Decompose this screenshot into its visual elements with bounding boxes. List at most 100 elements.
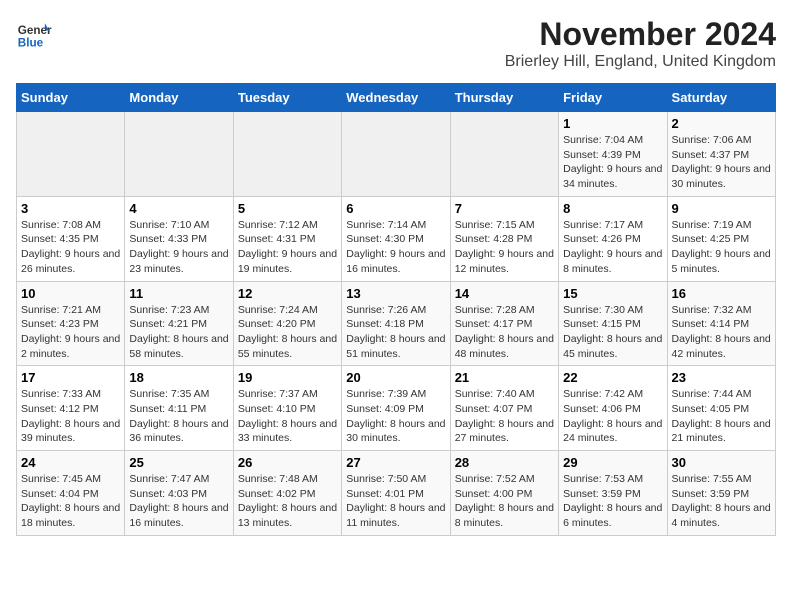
calendar-week-row: 24 Sunrise: 7:45 AMSunset: 4:04 PMDaylig… bbox=[17, 451, 776, 536]
day-info: Sunrise: 7:32 AMSunset: 4:14 PMDaylight:… bbox=[672, 304, 771, 360]
calendar-cell: 19 Sunrise: 7:37 AMSunset: 4:10 PMDaylig… bbox=[233, 366, 341, 451]
day-info: Sunrise: 7:26 AMSunset: 4:18 PMDaylight:… bbox=[346, 304, 445, 360]
day-number: 16 bbox=[672, 286, 771, 301]
day-number: 7 bbox=[455, 201, 554, 216]
calendar-cell: 16 Sunrise: 7:32 AMSunset: 4:14 PMDaylig… bbox=[667, 281, 775, 366]
calendar-cell: 30 Sunrise: 7:55 AMSunset: 3:59 PMDaylig… bbox=[667, 451, 775, 536]
calendar-cell bbox=[450, 112, 558, 197]
calendar-cell: 24 Sunrise: 7:45 AMSunset: 4:04 PMDaylig… bbox=[17, 451, 125, 536]
calendar-table: SundayMondayTuesdayWednesdayThursdayFrid… bbox=[16, 83, 776, 536]
day-info: Sunrise: 7:53 AMSunset: 3:59 PMDaylight:… bbox=[563, 473, 662, 529]
day-number: 24 bbox=[21, 455, 120, 470]
calendar-cell: 26 Sunrise: 7:48 AMSunset: 4:02 PMDaylig… bbox=[233, 451, 341, 536]
svg-text:Blue: Blue bbox=[18, 37, 44, 50]
day-number: 3 bbox=[21, 201, 120, 216]
calendar-cell bbox=[125, 112, 233, 197]
day-info: Sunrise: 7:35 AMSunset: 4:11 PMDaylight:… bbox=[129, 388, 228, 444]
month-title: November 2024 bbox=[505, 16, 776, 53]
day-number: 20 bbox=[346, 370, 445, 385]
calendar-cell: 4 Sunrise: 7:10 AMSunset: 4:33 PMDayligh… bbox=[125, 196, 233, 281]
day-info: Sunrise: 7:30 AMSunset: 4:15 PMDaylight:… bbox=[563, 304, 662, 360]
day-number: 13 bbox=[346, 286, 445, 301]
weekday-header-tuesday: Tuesday bbox=[233, 84, 341, 112]
day-number: 25 bbox=[129, 455, 228, 470]
day-number: 22 bbox=[563, 370, 662, 385]
calendar-cell: 11 Sunrise: 7:23 AMSunset: 4:21 PMDaylig… bbox=[125, 281, 233, 366]
day-info: Sunrise: 7:24 AMSunset: 4:20 PMDaylight:… bbox=[238, 304, 337, 360]
weekday-header-friday: Friday bbox=[559, 84, 667, 112]
calendar-week-row: 1 Sunrise: 7:04 AMSunset: 4:39 PMDayligh… bbox=[17, 112, 776, 197]
calendar-cell bbox=[233, 112, 341, 197]
calendar-cell: 7 Sunrise: 7:15 AMSunset: 4:28 PMDayligh… bbox=[450, 196, 558, 281]
calendar-cell bbox=[17, 112, 125, 197]
svg-text:General: General bbox=[18, 24, 52, 37]
day-info: Sunrise: 7:33 AMSunset: 4:12 PMDaylight:… bbox=[21, 388, 120, 444]
day-number: 23 bbox=[672, 370, 771, 385]
weekday-header-monday: Monday bbox=[125, 84, 233, 112]
day-number: 21 bbox=[455, 370, 554, 385]
calendar-cell: 2 Sunrise: 7:06 AMSunset: 4:37 PMDayligh… bbox=[667, 112, 775, 197]
calendar-cell: 9 Sunrise: 7:19 AMSunset: 4:25 PMDayligh… bbox=[667, 196, 775, 281]
day-info: Sunrise: 7:10 AMSunset: 4:33 PMDaylight:… bbox=[129, 219, 228, 275]
day-info: Sunrise: 7:06 AMSunset: 4:37 PMDaylight:… bbox=[672, 134, 771, 190]
logo: General Blue bbox=[16, 16, 52, 52]
day-info: Sunrise: 7:55 AMSunset: 3:59 PMDaylight:… bbox=[672, 473, 771, 529]
calendar-cell: 22 Sunrise: 7:42 AMSunset: 4:06 PMDaylig… bbox=[559, 366, 667, 451]
weekday-header-thursday: Thursday bbox=[450, 84, 558, 112]
day-number: 27 bbox=[346, 455, 445, 470]
calendar-cell: 25 Sunrise: 7:47 AMSunset: 4:03 PMDaylig… bbox=[125, 451, 233, 536]
day-info: Sunrise: 7:15 AMSunset: 4:28 PMDaylight:… bbox=[455, 219, 554, 275]
calendar-cell bbox=[342, 112, 450, 197]
logo-icon: General Blue bbox=[16, 16, 52, 52]
day-info: Sunrise: 7:52 AMSunset: 4:00 PMDaylight:… bbox=[455, 473, 554, 529]
calendar-cell: 15 Sunrise: 7:30 AMSunset: 4:15 PMDaylig… bbox=[559, 281, 667, 366]
day-info: Sunrise: 7:47 AMSunset: 4:03 PMDaylight:… bbox=[129, 473, 228, 529]
day-number: 9 bbox=[672, 201, 771, 216]
day-number: 30 bbox=[672, 455, 771, 470]
calendar-cell: 23 Sunrise: 7:44 AMSunset: 4:05 PMDaylig… bbox=[667, 366, 775, 451]
day-info: Sunrise: 7:23 AMSunset: 4:21 PMDaylight:… bbox=[129, 304, 228, 360]
page-header: General Blue November 2024 Brierley Hill… bbox=[16, 16, 776, 71]
day-info: Sunrise: 7:28 AMSunset: 4:17 PMDaylight:… bbox=[455, 304, 554, 360]
day-number: 4 bbox=[129, 201, 228, 216]
day-number: 19 bbox=[238, 370, 337, 385]
title-block: November 2024 Brierley Hill, England, Un… bbox=[505, 16, 776, 71]
day-number: 28 bbox=[455, 455, 554, 470]
day-info: Sunrise: 7:44 AMSunset: 4:05 PMDaylight:… bbox=[672, 388, 771, 444]
day-number: 10 bbox=[21, 286, 120, 301]
day-info: Sunrise: 7:48 AMSunset: 4:02 PMDaylight:… bbox=[238, 473, 337, 529]
day-info: Sunrise: 7:17 AMSunset: 4:26 PMDaylight:… bbox=[563, 219, 662, 275]
calendar-week-row: 3 Sunrise: 7:08 AMSunset: 4:35 PMDayligh… bbox=[17, 196, 776, 281]
day-number: 26 bbox=[238, 455, 337, 470]
location-title: Brierley Hill, England, United Kingdom bbox=[505, 53, 776, 71]
day-info: Sunrise: 7:37 AMSunset: 4:10 PMDaylight:… bbox=[238, 388, 337, 444]
calendar-cell: 18 Sunrise: 7:35 AMSunset: 4:11 PMDaylig… bbox=[125, 366, 233, 451]
calendar-cell: 1 Sunrise: 7:04 AMSunset: 4:39 PMDayligh… bbox=[559, 112, 667, 197]
day-info: Sunrise: 7:19 AMSunset: 4:25 PMDaylight:… bbox=[672, 219, 771, 275]
day-number: 14 bbox=[455, 286, 554, 301]
calendar-cell: 28 Sunrise: 7:52 AMSunset: 4:00 PMDaylig… bbox=[450, 451, 558, 536]
calendar-cell: 20 Sunrise: 7:39 AMSunset: 4:09 PMDaylig… bbox=[342, 366, 450, 451]
day-number: 5 bbox=[238, 201, 337, 216]
day-number: 2 bbox=[672, 116, 771, 131]
day-info: Sunrise: 7:14 AMSunset: 4:30 PMDaylight:… bbox=[346, 219, 445, 275]
calendar-week-row: 17 Sunrise: 7:33 AMSunset: 4:12 PMDaylig… bbox=[17, 366, 776, 451]
day-number: 29 bbox=[563, 455, 662, 470]
calendar-cell: 6 Sunrise: 7:14 AMSunset: 4:30 PMDayligh… bbox=[342, 196, 450, 281]
calendar-cell: 17 Sunrise: 7:33 AMSunset: 4:12 PMDaylig… bbox=[17, 366, 125, 451]
weekday-header-sunday: Sunday bbox=[17, 84, 125, 112]
day-number: 11 bbox=[129, 286, 228, 301]
day-info: Sunrise: 7:12 AMSunset: 4:31 PMDaylight:… bbox=[238, 219, 337, 275]
day-number: 12 bbox=[238, 286, 337, 301]
calendar-cell: 29 Sunrise: 7:53 AMSunset: 3:59 PMDaylig… bbox=[559, 451, 667, 536]
day-info: Sunrise: 7:45 AMSunset: 4:04 PMDaylight:… bbox=[21, 473, 120, 529]
day-info: Sunrise: 7:42 AMSunset: 4:06 PMDaylight:… bbox=[563, 388, 662, 444]
day-number: 1 bbox=[563, 116, 662, 131]
calendar-cell: 5 Sunrise: 7:12 AMSunset: 4:31 PMDayligh… bbox=[233, 196, 341, 281]
calendar-cell: 14 Sunrise: 7:28 AMSunset: 4:17 PMDaylig… bbox=[450, 281, 558, 366]
calendar-week-row: 10 Sunrise: 7:21 AMSunset: 4:23 PMDaylig… bbox=[17, 281, 776, 366]
day-number: 18 bbox=[129, 370, 228, 385]
day-number: 6 bbox=[346, 201, 445, 216]
calendar-cell: 21 Sunrise: 7:40 AMSunset: 4:07 PMDaylig… bbox=[450, 366, 558, 451]
calendar-cell: 3 Sunrise: 7:08 AMSunset: 4:35 PMDayligh… bbox=[17, 196, 125, 281]
